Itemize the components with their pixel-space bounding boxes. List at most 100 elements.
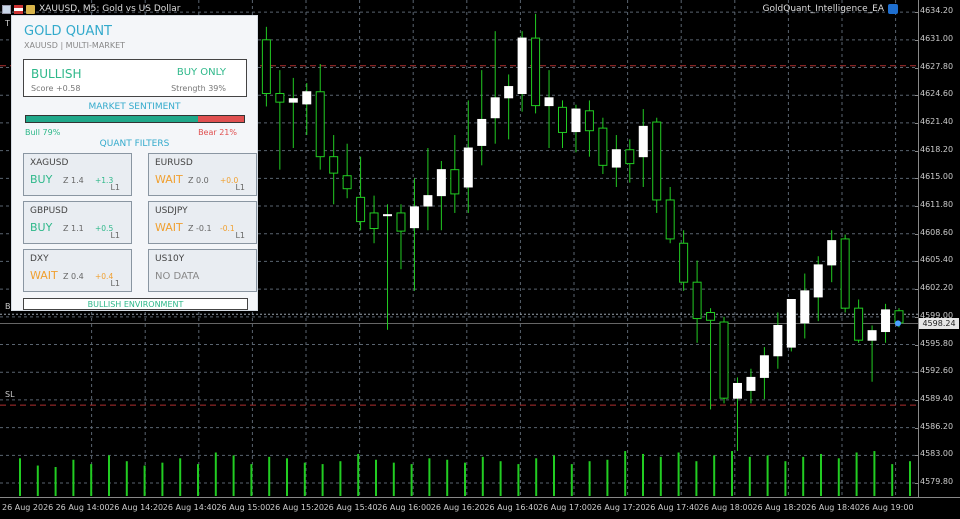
bear-candle[interactable] <box>558 106 567 133</box>
bull-candle[interactable] <box>571 108 581 133</box>
bear-candle[interactable] <box>598 127 608 166</box>
chart-symbol-title: XAUUSD, M5: Gold vs US Dollar <box>39 4 181 14</box>
time-tick-label: 26 Aug 14:40 <box>162 503 217 512</box>
bull-candle[interactable] <box>463 147 473 188</box>
bear-candle[interactable] <box>329 156 339 174</box>
bear-candle[interactable] <box>625 149 635 165</box>
price-tick-label: 4579.80 <box>914 477 954 487</box>
bear-candle[interactable] <box>450 169 460 195</box>
time-tick-label: 26 Aug 19:00 <box>859 503 914 512</box>
bear-candle[interactable] <box>584 110 594 132</box>
price-arrow-icon[interactable] <box>895 320 901 327</box>
filter-signal: WAIT <box>155 221 183 234</box>
price-tick-label: 4586.20 <box>914 421 954 431</box>
filter-card-xagusd: XAGUSD BUY Z 1.4 +1.3 L1 <box>23 153 132 196</box>
bear-candle[interactable] <box>854 307 864 341</box>
price-tick-label: 4605.40 <box>914 255 954 265</box>
bull-candle[interactable] <box>759 355 769 378</box>
bear-candle[interactable] <box>356 196 366 223</box>
time-tick-label: 26 Aug 17:20 <box>591 503 646 512</box>
dashboard-subtitle: XAUUSD | MULTI-MARKET <box>24 41 126 50</box>
bull-candle[interactable] <box>786 299 796 348</box>
price-tick-label: 4589.40 <box>914 393 954 403</box>
bear-candle[interactable] <box>369 212 379 230</box>
filter-zscore: Z 1.1 <box>63 224 84 233</box>
bull-candle[interactable] <box>423 195 433 207</box>
filter-card-eurusd: EURUSD WAIT Z 0.0 +0.0 L1 <box>148 153 257 196</box>
bull-candle[interactable] <box>490 97 500 119</box>
bull-candle[interactable] <box>436 169 446 197</box>
price-tick-label: 4592.60 <box>914 366 954 376</box>
filter-signal: NO DATA <box>155 271 200 282</box>
bull-candle[interactable] <box>773 324 783 357</box>
ea-name: GoldQuant_Intelligence_EA <box>762 4 884 14</box>
bull-candle[interactable] <box>746 376 756 391</box>
price-tick-label: 4611.80 <box>914 200 954 210</box>
bull-candle[interactable] <box>732 382 742 399</box>
time-tick-label: 26 Aug 18:40 <box>806 503 860 512</box>
filter-signal: BUY <box>30 173 53 186</box>
bear-candle[interactable] <box>706 311 716 321</box>
bull-candle[interactable] <box>881 309 891 333</box>
bias-strength: Strength 39% <box>171 84 226 93</box>
bull-candle[interactable] <box>827 240 837 266</box>
bear-candle[interactable] <box>665 199 675 240</box>
bear-candle[interactable] <box>531 37 541 107</box>
price-tick-label: 4618.20 <box>914 144 954 154</box>
expert-advisor-label[interactable]: GoldQuant_Intelligence_EA <box>763 4 898 14</box>
chart-window-icon[interactable] <box>2 4 11 14</box>
price-axis[interactable]: 4634.20 4631.00 4627.80 4624.60 4621.40 4618.… <box>914 0 960 497</box>
filter-symbol: XAGUSD <box>30 158 69 168</box>
flag-icon <box>14 4 23 14</box>
bull-candle[interactable] <box>544 97 554 107</box>
time-axis[interactable]: 26 Aug 2026 26 Aug 14:00 26 Aug 14:20 26 Au… <box>0 497 960 519</box>
filter-card-dxy: DXY WAIT Z 0.4 +0.4 L1 <box>23 249 132 292</box>
bear-candle[interactable] <box>315 91 325 158</box>
bear-candle[interactable] <box>396 212 406 232</box>
time-tick-label: 26 Aug 17:00 <box>538 503 592 512</box>
time-tick-label: 26 Aug 16:00 <box>377 503 432 512</box>
bear-candle[interactable] <box>719 321 729 399</box>
bull-candle[interactable] <box>477 118 487 146</box>
price-tick-label: 4631.00 <box>914 33 954 43</box>
filter-zscore: Z 0.0 <box>188 176 209 185</box>
bull-candle[interactable] <box>813 264 823 298</box>
dashboard-title: GOLD QUANT <box>24 24 112 39</box>
bull-candle[interactable] <box>504 86 514 99</box>
bear-candle[interactable] <box>275 92 285 103</box>
bear-candle[interactable] <box>692 281 702 320</box>
current-price-label: 4598.24 <box>919 318 959 330</box>
gold-quant-dashboard: GOLD QUANT XAUUSD | MULTI-MARKET BULLISH… <box>11 15 258 311</box>
bull-candle[interactable] <box>611 149 621 168</box>
bull-candle[interactable] <box>867 330 877 341</box>
bull-candle[interactable] <box>517 37 527 94</box>
time-tick-label: 26 Aug 16:40 <box>484 503 539 512</box>
bull-candle[interactable] <box>302 91 312 105</box>
filter-level: L1 <box>110 279 120 288</box>
filter-signal: WAIT <box>30 269 58 282</box>
filter-card-gbpusd: GBPUSD BUY Z 1.1 +0.5 L1 <box>23 201 132 244</box>
filter-symbol: DXY <box>30 254 49 264</box>
bear-candle[interactable] <box>261 39 271 94</box>
price-tick-label: 4608.60 <box>914 227 954 237</box>
bull-candle[interactable] <box>288 98 298 103</box>
buy-line-marker: B <box>5 302 11 311</box>
time-tick-label: 26 Aug 17:40 <box>645 503 700 512</box>
filter-zscore: Z 0.4 <box>63 272 84 281</box>
window-icons <box>2 4 35 14</box>
bear-candle[interactable] <box>840 238 850 309</box>
filter-symbol: USDJPY <box>155 206 188 216</box>
bull-candle[interactable] <box>800 290 810 324</box>
bull-candle[interactable] <box>383 214 393 217</box>
environment-status: BULLISH ENVIRONMENT <box>23 298 248 310</box>
ea-hat-icon[interactable] <box>888 4 898 14</box>
filter-change: -0.1 <box>220 224 235 233</box>
bull-candle[interactable] <box>409 206 419 229</box>
bear-candle[interactable] <box>652 121 662 201</box>
sl-line-marker: SL <box>5 390 15 399</box>
bear-candle[interactable] <box>342 175 352 190</box>
bear-candle[interactable] <box>679 242 689 283</box>
filter-signal: BUY <box>30 221 53 234</box>
price-tick-label: 4583.00 <box>914 449 954 459</box>
bull-candle[interactable] <box>638 125 648 158</box>
